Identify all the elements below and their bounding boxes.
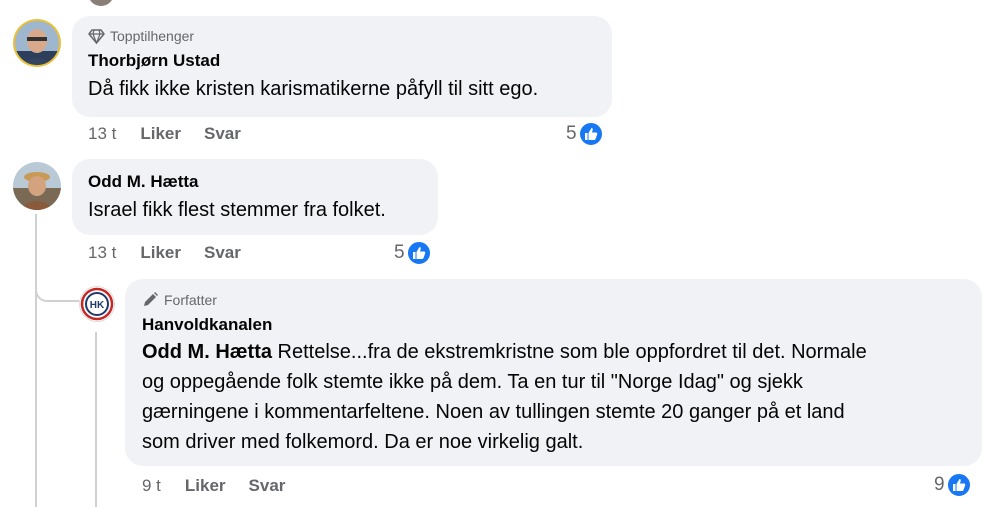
previous-avatar-partial [88, 0, 114, 6]
thumbs-up-icon [405, 240, 432, 266]
comment-actions: 13 t Liker Svar [88, 243, 264, 263]
comment-bubble: Odd M. Hætta Israel fikk flest stemmer f… [72, 159, 438, 235]
mention-link[interactable]: Odd M. Hætta [142, 341, 272, 363]
comment-text: Israel fikk flest stemmer fra folket. [88, 199, 386, 221]
comment-author[interactable]: Odd M. Hætta [88, 172, 422, 192]
diamond-icon [88, 28, 105, 44]
like-button[interactable]: Liker [185, 476, 226, 496]
comment-timestamp[interactable]: 13 t [88, 243, 116, 263]
reaction-count: 9 [934, 474, 945, 495]
reply-button[interactable]: Svar [204, 124, 241, 144]
page-avatar[interactable]: HK [79, 286, 115, 322]
comment-timestamp[interactable]: 13 t [88, 124, 116, 144]
comment-bubble: Forfatter Hanvoldkanalen Odd M. Hætta Re… [125, 279, 982, 466]
avatar[interactable] [13, 162, 61, 210]
reaction-summary[interactable]: 9 [934, 472, 972, 498]
thumbs-up-icon [945, 472, 972, 498]
thumbs-up-icon [577, 121, 604, 147]
comment-timestamp[interactable]: 9 t [142, 476, 161, 496]
like-button[interactable]: Liker [140, 124, 181, 144]
reaction-count: 5 [566, 123, 577, 144]
badge-label: Topptilhenger [110, 28, 195, 44]
comment-line-text: Rettelse...fra de ekstremkristne som ble… [272, 341, 867, 363]
comment-text: Då fikk ikke kristen karismatikerne påfy… [88, 78, 539, 100]
comment-author[interactable]: Hanvoldkanalen [142, 315, 965, 335]
comment-line: og oppegående folk stemte ikke på dem. T… [142, 371, 803, 393]
thread-line [95, 332, 97, 507]
author-badge[interactable]: Forfatter [142, 291, 965, 308]
reaction-summary[interactable]: 5 [394, 240, 432, 266]
reply-button[interactable]: Svar [204, 243, 241, 263]
comment-author[interactable]: Thorbjørn Ustad [88, 51, 596, 71]
avatar-logo-text: HK [90, 300, 105, 311]
badge-label: Forfatter [164, 291, 217, 308]
thread-branch [35, 270, 79, 302]
top-fan-badge[interactable]: Topptilhenger [88, 28, 596, 44]
pen-icon [144, 292, 158, 306]
comment-actions: 9 t Liker Svar [142, 476, 308, 496]
avatar[interactable] [13, 19, 61, 67]
comment-text: Odd M. Hætta Rettelse...fra de ekstremkr… [142, 337, 965, 457]
like-button[interactable]: Liker [140, 243, 181, 263]
reaction-summary[interactable]: 5 [566, 121, 604, 147]
comment-line: som driver med folkemord. Da er noe virk… [142, 431, 584, 453]
comment-line: gærningene i kommentarfeltene. Noen av t… [142, 401, 845, 423]
reply-button[interactable]: Svar [249, 476, 286, 496]
comment-actions: 13 t Liker Svar [88, 124, 264, 144]
reaction-count: 5 [394, 242, 405, 263]
comment-line: Odd M. Hætta Rettelse...fra de ekstremkr… [142, 337, 965, 367]
comment-bubble: Topptilhenger Thorbjørn Ustad Då fikk ik… [72, 16, 612, 117]
thread-line [35, 214, 37, 507]
